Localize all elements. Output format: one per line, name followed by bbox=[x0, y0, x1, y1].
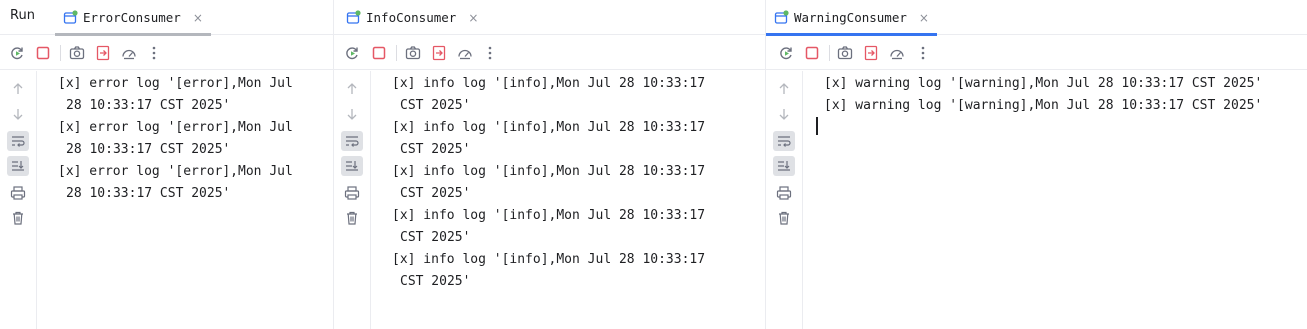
log-text-wrapped: CST 2025' bbox=[400, 230, 471, 245]
console-pane-error: Run ErrorConsumer × [x] error log '[erro… bbox=[0, 0, 334, 329]
log-line: [x] error log '[error],Mon Jul 28 10:33:1… bbox=[58, 73, 334, 117]
log-line: [x] info log '[info],Mon Jul 28 10:33:17… bbox=[392, 117, 766, 161]
up-arrow-icon[interactable] bbox=[341, 79, 363, 99]
console-toolbar bbox=[766, 36, 1307, 70]
close-icon[interactable]: × bbox=[193, 11, 203, 25]
log-line: [x] error log '[error],Mon Jul 28 10:33:1… bbox=[58, 117, 334, 161]
log-text-wrapped: CST 2025' bbox=[400, 186, 471, 201]
log-text-wrapped: CST 2025' bbox=[400, 274, 471, 289]
dashboard-icon[interactable] bbox=[120, 44, 138, 62]
tab-info-consumer[interactable]: InfoConsumer × bbox=[338, 0, 486, 35]
log-line: [x] warning log '[warning],Mon Jul 28 10… bbox=[824, 73, 1307, 95]
more-icon[interactable] bbox=[481, 44, 499, 62]
up-arrow-icon[interactable] bbox=[7, 79, 29, 99]
trash-icon[interactable] bbox=[7, 208, 29, 228]
log-text-wrapped: 28 10:33:17 CST 2025' bbox=[66, 98, 231, 113]
screenshot-icon[interactable] bbox=[404, 44, 422, 62]
export-icon[interactable] bbox=[862, 44, 880, 62]
export-icon[interactable] bbox=[430, 44, 448, 62]
scroll-to-end-icon[interactable] bbox=[773, 156, 795, 176]
console-toolbar bbox=[334, 36, 766, 70]
soft-wrap-icon[interactable] bbox=[7, 131, 29, 151]
down-arrow-icon[interactable] bbox=[7, 104, 29, 124]
toolbar-divider bbox=[829, 45, 830, 61]
run-config-icon bbox=[346, 10, 361, 25]
tab-warning-consumer[interactable]: WarningConsumer × bbox=[766, 0, 937, 36]
log-text-wrapped: 28 10:33:17 CST 2025' bbox=[66, 142, 231, 157]
dashboard-icon[interactable] bbox=[456, 44, 474, 62]
log-line: [x] warning log '[warning],Mon Jul 28 10… bbox=[824, 95, 1307, 117]
stop-icon[interactable] bbox=[803, 44, 821, 62]
screenshot-icon[interactable] bbox=[836, 44, 854, 62]
scroll-to-end-icon[interactable] bbox=[7, 156, 29, 176]
log-text: [x] info log '[info],Mon Jul 28 10:33:17 bbox=[392, 252, 706, 267]
stop-icon[interactable] bbox=[370, 44, 388, 62]
console-gutter bbox=[334, 71, 371, 329]
toolbar-divider bbox=[396, 45, 397, 61]
console-output[interactable]: [x] warning log '[warning],Mon Jul 28 10… bbox=[804, 71, 1307, 329]
toolbar-divider bbox=[60, 45, 61, 61]
soft-wrap-icon[interactable] bbox=[773, 131, 795, 151]
console-gutter bbox=[766, 71, 803, 329]
log-text-wrapped: 28 10:33:17 CST 2025' bbox=[66, 186, 231, 201]
close-icon[interactable]: × bbox=[919, 11, 929, 25]
console-toolbar bbox=[0, 36, 334, 70]
console-output[interactable]: [x] info log '[info],Mon Jul 28 10:33:17… bbox=[372, 71, 766, 329]
log-text: [x] info log '[info],Mon Jul 28 10:33:17 bbox=[392, 164, 706, 179]
close-icon[interactable]: × bbox=[468, 11, 478, 25]
log-text-wrapped: CST 2025' bbox=[400, 142, 471, 157]
text-caret bbox=[816, 117, 818, 135]
log-text: [x] info log '[info],Mon Jul 28 10:33:17 bbox=[392, 208, 706, 223]
run-tool-window: Run ErrorConsumer × [x] error log '[erro… bbox=[0, 0, 1307, 329]
rerun-icon[interactable] bbox=[777, 44, 795, 62]
log-text: [x] error log '[error],Mon Jul bbox=[58, 76, 293, 91]
console-pane-info: InfoConsumer × [x] info log '[info],Mon … bbox=[334, 0, 766, 329]
log-line: [x] info log '[info],Mon Jul 28 10:33:17… bbox=[392, 249, 766, 293]
log-text: [x] info log '[info],Mon Jul 28 10:33:17 bbox=[392, 76, 706, 91]
screenshot-icon[interactable] bbox=[68, 44, 86, 62]
soft-wrap-icon[interactable] bbox=[341, 131, 363, 151]
more-icon[interactable] bbox=[145, 44, 163, 62]
log-line: [x] error log '[error],Mon Jul 28 10:33:1… bbox=[58, 161, 334, 205]
print-icon[interactable] bbox=[341, 183, 363, 203]
log-line: [x] info log '[info],Mon Jul 28 10:33:17… bbox=[392, 73, 766, 117]
console-gutter bbox=[0, 71, 37, 329]
down-arrow-icon[interactable] bbox=[773, 104, 795, 124]
dashboard-icon[interactable] bbox=[888, 44, 906, 62]
print-icon[interactable] bbox=[7, 183, 29, 203]
down-arrow-icon[interactable] bbox=[341, 104, 363, 124]
up-arrow-icon[interactable] bbox=[773, 79, 795, 99]
log-text: [x] error log '[error],Mon Jul bbox=[58, 120, 293, 135]
tab-bar: InfoConsumer × bbox=[334, 0, 766, 35]
scroll-to-end-icon[interactable] bbox=[341, 156, 363, 176]
export-icon[interactable] bbox=[94, 44, 112, 62]
tab-bar: WarningConsumer × bbox=[766, 0, 1307, 36]
log-line: [x] info log '[info],Mon Jul 28 10:33:17… bbox=[392, 161, 766, 205]
log-text-wrapped: CST 2025' bbox=[400, 98, 471, 113]
log-text: [x] warning log '[warning],Mon Jul 28 10… bbox=[824, 76, 1263, 91]
rerun-icon[interactable] bbox=[343, 44, 361, 62]
trash-icon[interactable] bbox=[341, 208, 363, 228]
log-text: [x] info log '[info],Mon Jul 28 10:33:17 bbox=[392, 120, 706, 135]
tab-bar: Run ErrorConsumer × bbox=[0, 0, 334, 36]
log-text: [x] warning log '[warning],Mon Jul 28 10… bbox=[824, 98, 1263, 113]
log-line: [x] info log '[info],Mon Jul 28 10:33:17… bbox=[392, 205, 766, 249]
trash-icon[interactable] bbox=[773, 208, 795, 228]
more-icon[interactable] bbox=[914, 44, 932, 62]
log-text: [x] error log '[error],Mon Jul bbox=[58, 164, 293, 179]
console-output[interactable]: [x] error log '[error],Mon Jul 28 10:33:1… bbox=[38, 71, 334, 329]
run-label: Run bbox=[10, 8, 35, 23]
tab-label: WarningConsumer bbox=[794, 10, 907, 25]
tab-label: ErrorConsumer bbox=[83, 10, 181, 25]
console-pane-warning: WarningConsumer × [x] warning log '[warn… bbox=[766, 0, 1307, 329]
run-config-icon bbox=[774, 10, 789, 25]
stop-icon[interactable] bbox=[34, 44, 52, 62]
rerun-icon[interactable] bbox=[8, 44, 26, 62]
tab-label: InfoConsumer bbox=[366, 10, 457, 25]
print-icon[interactable] bbox=[773, 183, 795, 203]
tab-error-consumer[interactable]: ErrorConsumer × bbox=[55, 0, 211, 36]
run-config-icon bbox=[63, 10, 78, 25]
